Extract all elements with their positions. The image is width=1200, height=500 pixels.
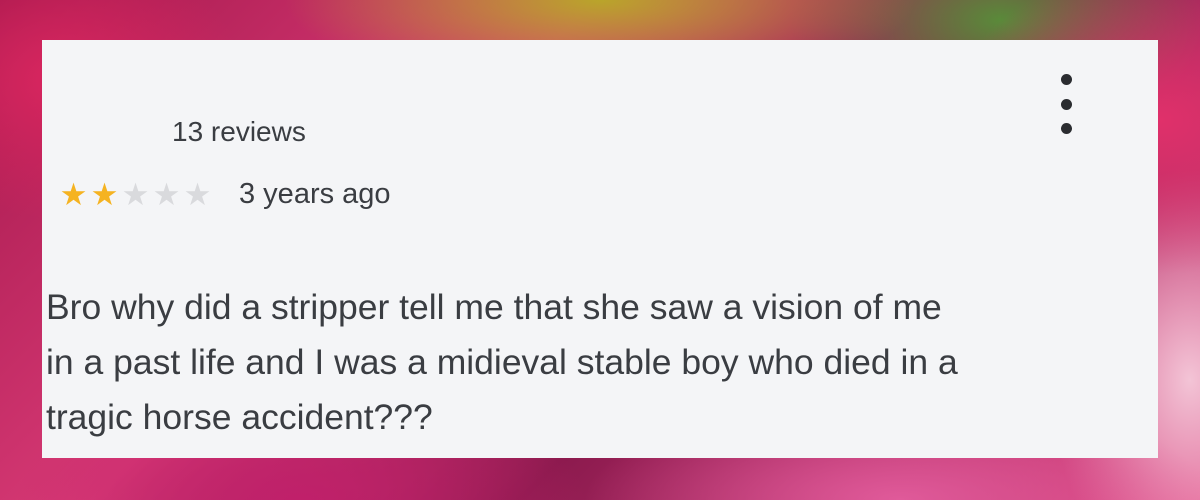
star-empty-icon: ★	[121, 177, 150, 212]
star-empty-icon: ★	[152, 177, 181, 212]
more-vertical-icon	[1060, 74, 1072, 85]
more-options-button[interactable]	[1054, 74, 1078, 134]
star-filled-icon: ★	[59, 177, 88, 212]
star-rating: ★ ★ ★ ★ ★	[58, 179, 213, 210]
star-empty-icon: ★	[183, 177, 212, 212]
star-filled-icon: ★	[90, 177, 119, 212]
more-vertical-icon	[1060, 98, 1072, 110]
review-card: 13 reviews ★ ★ ★ ★ ★ 3 years ago Bro why did…	[42, 40, 1158, 458]
reviewer-review-count: 13 reviews	[172, 116, 306, 147]
review-text: Bro why did a stripper tell me that she …	[46, 287, 958, 437]
rating-row: ★ ★ ★ ★ ★ 3 years ago	[58, 178, 391, 211]
review-timestamp: 3 years ago	[239, 178, 391, 210]
more-vertical-icon	[1060, 123, 1072, 134]
